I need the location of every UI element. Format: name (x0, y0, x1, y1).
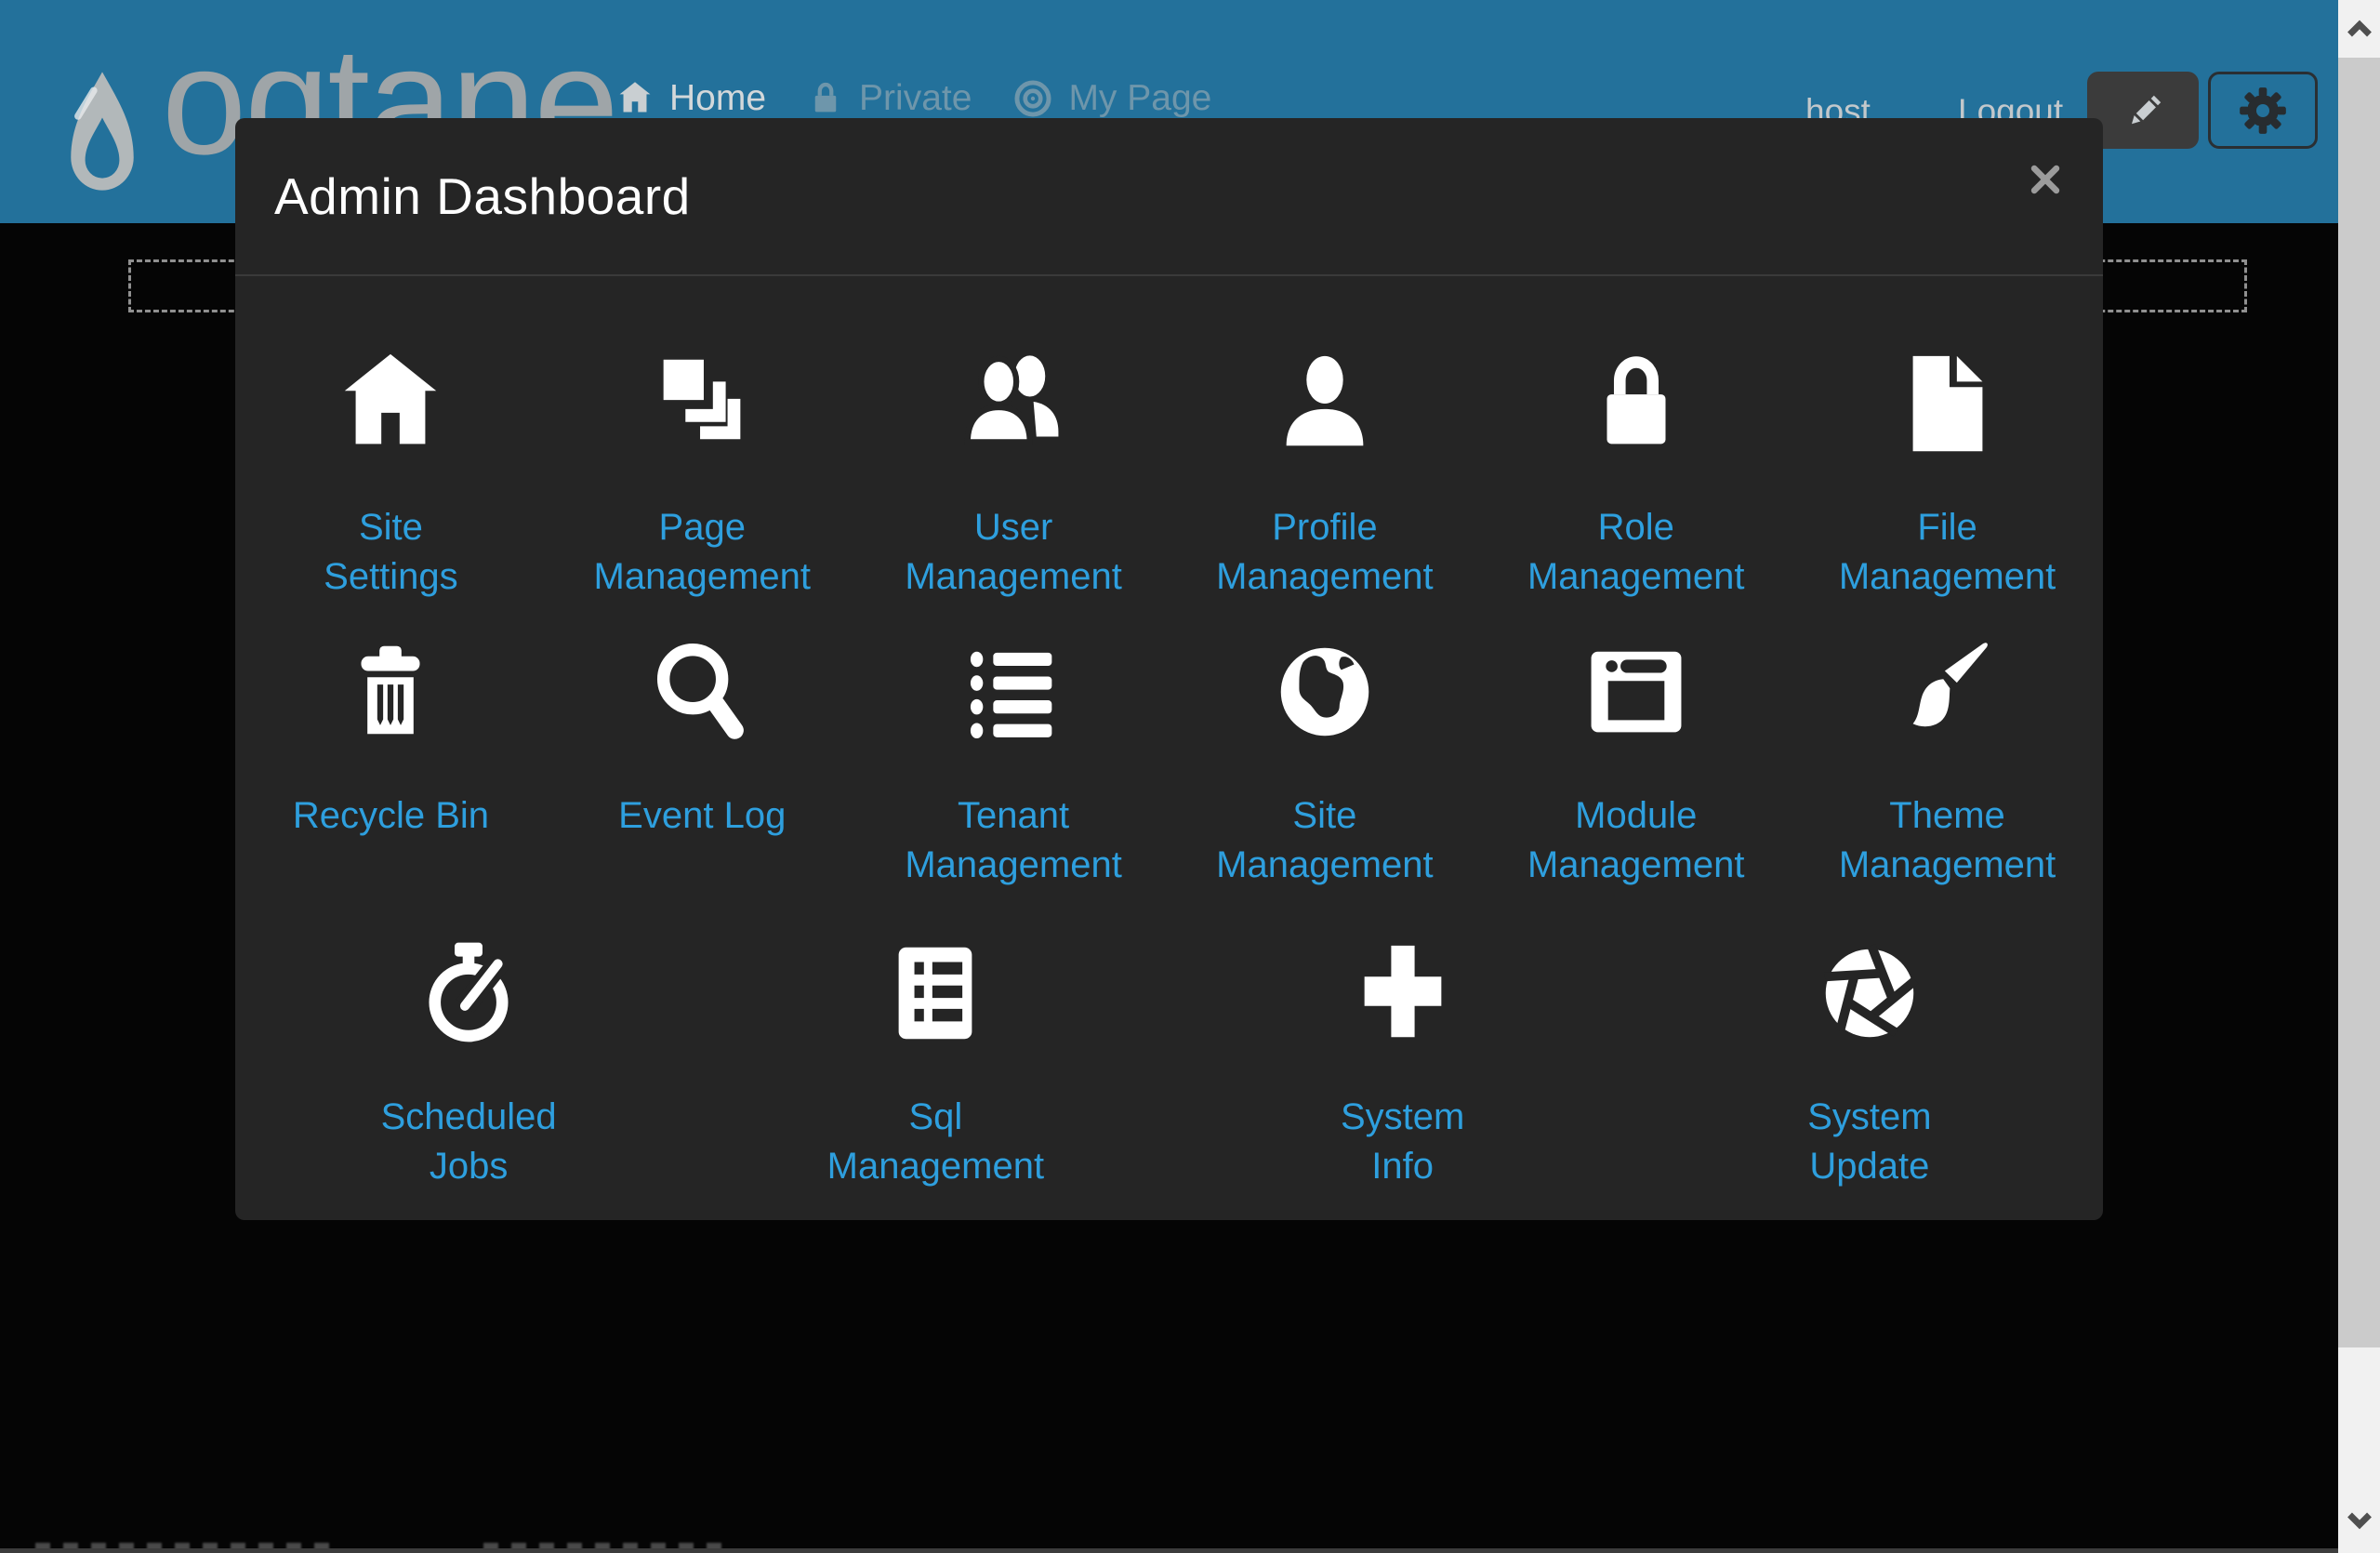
scroll-down-button[interactable] (2338, 1499, 2380, 1542)
chevron-down-icon (2344, 1509, 2375, 1532)
tile-label: ScheduledJobs (381, 1093, 557, 1191)
pencil-icon (2121, 88, 2165, 133)
scrollbar-thumb[interactable] (2338, 58, 2380, 1347)
tile-label: Event Log (618, 791, 786, 841)
tile-label: SqlManagement (827, 1093, 1044, 1191)
dashboard-grid: SiteSettings PageManagement UserManagement… (235, 276, 2103, 1191)
tile-row: ScheduledJobs SqlManagement SystemInfo Syst… (235, 933, 2103, 1191)
gear-icon (2238, 86, 2288, 136)
tile-row: Recycle Bin Event Log TenantManagement Site… (235, 631, 2103, 890)
admin-tile-system-info[interactable]: SystemInfo (1170, 933, 1636, 1191)
edit-mode-button[interactable] (2087, 72, 2199, 149)
vertical-scrollbar[interactable] (2338, 0, 2380, 1553)
lock-icon (807, 79, 844, 118)
nav-item-private[interactable]: Private (807, 78, 972, 119)
tile-label: SystemInfo (1341, 1093, 1464, 1191)
chevron-up-icon (2344, 18, 2375, 40)
target-icon (1012, 78, 1053, 119)
modal-title: Admin Dashboard (274, 166, 691, 226)
magnifier-icon (643, 631, 760, 752)
admin-tile-scheduled-jobs[interactable]: ScheduledJobs (235, 933, 702, 1191)
layers-icon (643, 343, 760, 464)
admin-tile-module-management[interactable]: ModuleManagement (1480, 631, 1792, 890)
admin-tile-user-management[interactable]: UserManagement (858, 343, 1170, 602)
admin-tile-recycle-bin[interactable]: Recycle Bin (235, 631, 547, 890)
close-icon (2028, 162, 2063, 197)
home-icon (615, 79, 654, 118)
admin-tile-file-management[interactable]: FileManagement (1792, 343, 2103, 602)
tile-label: ProfileManagement (1216, 503, 1433, 602)
people-icon (955, 343, 1072, 464)
admin-tile-sql-management[interactable]: SqlManagement (702, 933, 1169, 1191)
browser-icon (1578, 631, 1695, 752)
admin-tile-event-log[interactable]: Event Log (547, 631, 858, 890)
tile-label: PageManagement (594, 503, 811, 602)
tile-label: FileManagement (1839, 503, 2056, 602)
list-icon (955, 631, 1072, 752)
control-panel-button[interactable] (2208, 72, 2318, 149)
tile-label: SystemUpdate (1807, 1093, 1931, 1191)
admin-tile-role-management[interactable]: RoleManagement (1480, 343, 1792, 602)
tile-label: UserManagement (905, 503, 1121, 602)
brush-icon (1889, 631, 2006, 752)
droplet-icon (60, 58, 145, 223)
close-button[interactable] (2025, 159, 2066, 200)
nav-item-label: Home (669, 78, 766, 119)
globe-icon (1266, 631, 1383, 752)
admin-tile-page-management[interactable]: PageManagement (547, 343, 858, 602)
admin-tile-site-settings[interactable]: SiteSettings (235, 343, 547, 602)
modal-header: Admin Dashboard (235, 118, 2103, 276)
scroll-up-button[interactable] (2338, 7, 2380, 50)
tile-label: TenantManagement (905, 791, 1121, 890)
medical-cross-icon (1344, 933, 1461, 1054)
tile-label: Recycle Bin (293, 791, 489, 841)
nav-item-my-page[interactable]: My Page (1012, 78, 1211, 119)
person-icon (1266, 343, 1383, 464)
admin-tile-system-update[interactable]: SystemUpdate (1636, 933, 2103, 1191)
nav-item-label: My Page (1068, 78, 1211, 119)
tile-label: SiteSettings (324, 503, 458, 602)
home-icon (332, 343, 449, 464)
admin-tile-site-management[interactable]: SiteManagement (1169, 631, 1480, 890)
tile-label: SiteManagement (1216, 791, 1433, 890)
timer-icon (410, 933, 527, 1054)
tile-row: SiteSettings PageManagement UserManagement… (235, 343, 2103, 602)
spreadsheet-icon (877, 933, 994, 1054)
nav-item-label: Private (859, 78, 972, 119)
aperture-icon (1811, 933, 1928, 1054)
trash-icon (332, 631, 449, 752)
admin-tile-profile-management[interactable]: ProfileManagement (1169, 343, 1480, 602)
file-icon (1889, 343, 2006, 464)
tile-label: ThemeManagement (1839, 791, 2056, 890)
admin-tile-theme-management[interactable]: ThemeManagement (1792, 631, 2103, 890)
padlock-icon (1578, 343, 1695, 464)
window-bottom-edge (0, 1548, 2380, 1553)
tile-label: RoleManagement (1527, 503, 1744, 602)
nav-item-home[interactable]: Home (615, 78, 766, 119)
admin-tile-tenant-management[interactable]: TenantManagement (858, 631, 1170, 890)
admin-dashboard-modal: Admin Dashboard SiteSettings PageManageme… (235, 118, 2103, 1220)
tile-label: ModuleManagement (1527, 791, 1744, 890)
nav-menu: Home Private My Page (615, 78, 1211, 119)
